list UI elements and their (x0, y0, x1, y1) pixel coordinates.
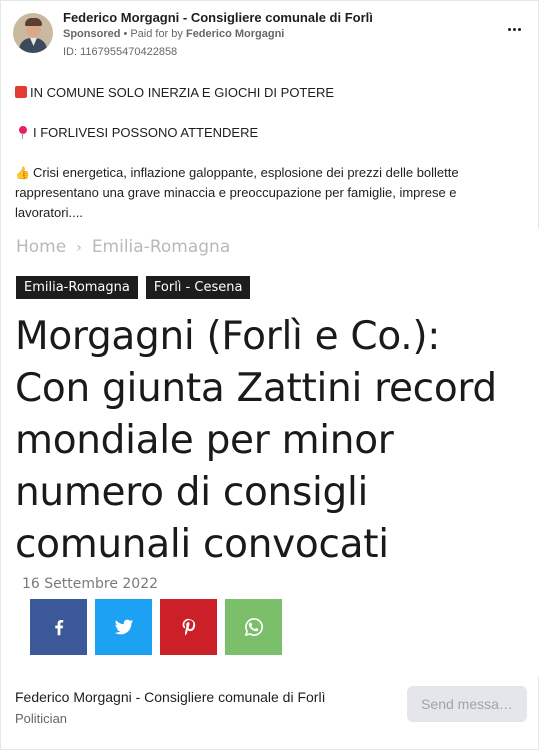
breadcrumb-region: Emilia-Romagna (91, 237, 231, 257)
pushpin-icon (18, 126, 28, 139)
footer-page-name[interactable]: Federico Morgagni - Consigliere comunale… (15, 689, 325, 705)
send-message-button[interactable]: Send messa… (407, 686, 527, 722)
sponsored-label: Sponsored (63, 28, 121, 40)
article-image[interactable]: Home › Emilia-Romagna Emilia-Romagna Forlì… (1, 229, 539, 677)
article-date: 16 Settembre 2022 (22, 576, 159, 592)
facebook-icon (54, 619, 63, 636)
more-dot (517, 27, 521, 31)
red-square-icon (15, 86, 27, 98)
footer-category: Politician (15, 711, 68, 726)
avatar[interactable] (13, 13, 53, 53)
post-line-3-text: Crisi energetica, inflazione galoppante,… (15, 165, 459, 220)
post-line-1-text: IN COMUNE SOLO INERZIA E GIOCHI DI POTER… (30, 85, 335, 100)
facebook-share-button (30, 599, 87, 655)
tag-forli-cesena: Forlì - Cesena (145, 276, 251, 299)
breadcrumb: Home › Emilia-Romagna (16, 237, 230, 257)
more-dot (512, 27, 516, 31)
twitter-icon (114, 619, 133, 635)
whatsapp-icon (244, 618, 263, 637)
avatar-hair (25, 18, 42, 26)
page-name-link[interactable]: Federico Morgagni - Consigliere comunale… (63, 10, 373, 25)
payer-name: Federico Morgagni (185, 28, 285, 40)
post-line-2: I FORLIVESI POSSONO ATTENDERE (15, 123, 524, 143)
ad-header: Federico Morgagni - Consigliere comunale… (13, 9, 526, 65)
ad-footer: Federico Morgagni - Consigliere comunale… (1, 679, 539, 750)
article-headline: Morgagni (Forlì e Co.): Con giunta Zatti… (15, 314, 497, 567)
more-horizontal-icon[interactable] (502, 21, 526, 37)
post-line-3: 👍 Crisi energetica, inflazione galoppante… (15, 163, 524, 223)
post-line-1: IN COMUNE SOLO INERZIA E GIOCHI DI POTER… (15, 83, 524, 103)
post-line-2-text: I FORLIVESI POSSONO ATTENDERE (33, 125, 259, 140)
whatsapp-share-button (225, 599, 282, 655)
tag-emilia-romagna: Emilia-Romagna (16, 276, 138, 299)
more-dot (507, 27, 511, 31)
pinterest-share-button (160, 599, 217, 655)
post-text: IN COMUNE SOLO INERZIA E GIOCHI DI POTER… (15, 83, 524, 223)
ad-id: ID: 1167955470422858 (63, 46, 178, 58)
thumbs-up-icon: 👍 (15, 166, 30, 180)
meta-dot: • (123, 28, 128, 40)
article-tags: Emilia-Romagna Forlì - Cesena (16, 276, 251, 299)
ad-card: Federico Morgagni - Consigliere comunale… (0, 0, 539, 750)
breadcrumb-separator: › (76, 240, 82, 256)
paid-for-prefix: Paid for by (130, 28, 183, 40)
sponsored-line: Sponsored • Paid for by Federico Morgagni (63, 28, 284, 40)
twitter-share-button (95, 599, 152, 655)
share-buttons (30, 599, 282, 655)
breadcrumb-home: Home (16, 237, 67, 257)
pinterest-icon (182, 618, 195, 636)
